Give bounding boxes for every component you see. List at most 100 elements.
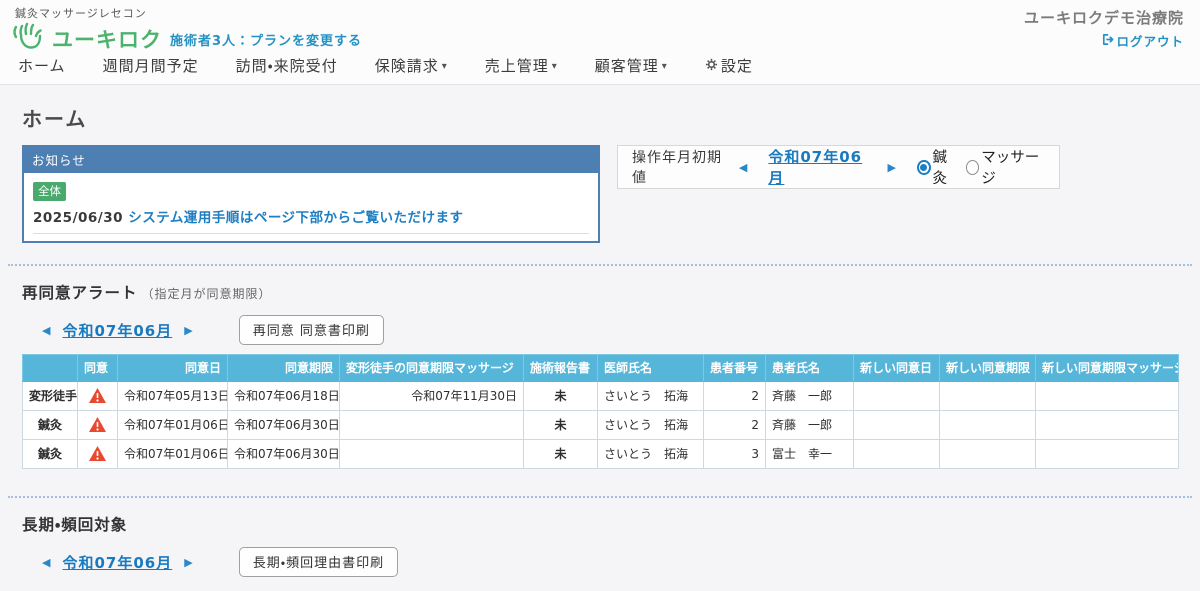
- reconsent-section-title: 再同意アラート: [22, 281, 138, 303]
- next-month-arrow[interactable]: ▶: [180, 556, 196, 569]
- cell-report-status: 未: [524, 411, 598, 440]
- table-header-row: 同意 同意日 同意期限 変形徒手の同意期限マッサージ 施術報告書 医師氏名 患者…: [23, 355, 1179, 382]
- cell-consent-limit: 令和07年06月18日: [228, 382, 340, 411]
- col-header-new-consent-date: 新しい同意日: [854, 355, 940, 382]
- longterm-month-link[interactable]: 令和07年06月: [54, 552, 180, 573]
- notice-message-link[interactable]: システム運用手順はページ下部からご覧いただけます: [128, 210, 463, 226]
- operation-month-label: 操作年月初期値: [632, 147, 726, 187]
- col-header-patient-name: 患者氏名: [766, 355, 854, 382]
- reconsent-month-selector: ◀ 令和07年06月 ▶ 再同意 同意書印刷: [38, 315, 1178, 345]
- nav-settings[interactable]: 設定: [705, 55, 753, 76]
- change-plan-link[interactable]: 施術者3人：プランを変更する: [170, 30, 362, 49]
- cell-doctor: さいとう 拓海: [598, 440, 704, 469]
- cell-new-massage-limit: [1036, 411, 1179, 440]
- app-subtitle: 鍼灸マッサージレセコン: [15, 5, 147, 21]
- radio-acupuncture[interactable]: 鍼灸: [917, 146, 958, 188]
- chevron-down-icon: ▾: [442, 61, 448, 72]
- notice-panel-title: お知らせ: [24, 147, 598, 173]
- logout-link[interactable]: ログアウト: [1024, 31, 1184, 50]
- radio-selected-icon: [917, 160, 931, 175]
- operation-month-panel: 操作年月初期値 ◀ 令和07年06月 ▶ 鍼灸 マッサージ: [617, 145, 1060, 189]
- cell-massage-limit: [340, 411, 524, 440]
- cell-type: 鍼灸: [23, 440, 78, 469]
- logout-label: ログアウト: [1116, 31, 1184, 50]
- cell-report-status: 未: [524, 440, 598, 469]
- cell-consent-date: 令和07年01月06日: [118, 411, 228, 440]
- cell-type: 鍼灸: [23, 411, 78, 440]
- table-row: 鍼灸 令和07年01月06日 令和07年06月30日 未 さいとう 拓海 3 富…: [23, 440, 1179, 469]
- cell-type: 変形徒手: [23, 382, 78, 411]
- section-divider: [8, 496, 1192, 498]
- logo-text: ユーキロク: [52, 24, 162, 54]
- cell-massage-limit: [340, 440, 524, 469]
- cell-new-consent-date: [854, 382, 940, 411]
- cell-new-consent-date: [854, 440, 940, 469]
- warning-icon: [88, 387, 107, 407]
- nav-home[interactable]: ホーム: [18, 55, 66, 76]
- logout-icon: [1101, 33, 1114, 49]
- chevron-down-icon: ▾: [662, 61, 668, 72]
- reconsent-print-button[interactable]: 再同意 同意書印刷: [239, 315, 384, 345]
- notice-panel: お知らせ 全体 2025/06/30 システム運用手順はページ下部からご覧いただ…: [22, 145, 600, 243]
- col-header-doctor: 医師氏名: [598, 355, 704, 382]
- next-month-arrow[interactable]: ▶: [180, 324, 196, 337]
- cell-consent-alert: [78, 382, 118, 411]
- clinic-name: ユーキロクデモ治療院: [1024, 7, 1184, 28]
- col-header-massage-limit: 変形徒手の同意期限マッサージ: [340, 355, 524, 382]
- cell-report-status: 未: [524, 382, 598, 411]
- cell-new-consent-limit: [940, 440, 1036, 469]
- cell-new-massage-limit: [1036, 382, 1179, 411]
- cell-doctor: さいとう 拓海: [598, 382, 704, 411]
- section-divider: [8, 264, 1192, 266]
- cell-consent-alert: [78, 440, 118, 469]
- col-header-consent-date: 同意日: [118, 355, 228, 382]
- nav-sales[interactable]: 売上管理 ▾: [485, 55, 558, 76]
- cell-new-consent-limit: [940, 411, 1036, 440]
- cell-patient-name: 斉藤 一郎: [766, 411, 854, 440]
- next-month-arrow[interactable]: ▶: [883, 161, 899, 174]
- operation-month-link[interactable]: 令和07年06月: [760, 146, 874, 188]
- longterm-print-button[interactable]: 長期・頻回理由書印刷: [239, 547, 398, 577]
- warning-icon: [88, 416, 107, 436]
- cell-consent-date: 令和07年01月06日: [118, 440, 228, 469]
- cell-consent-date: 令和07年05月13日: [118, 382, 228, 411]
- cell-consent-alert: [78, 411, 118, 440]
- hand-logo-icon: [12, 22, 44, 56]
- warning-icon: [88, 445, 107, 465]
- notice-date: 2025/06/30: [33, 210, 123, 226]
- col-header-new-consent-limit: 新しい同意期限: [940, 355, 1036, 382]
- reconsent-section-subtitle: （指定月が同意期限）: [142, 285, 272, 302]
- cell-new-consent-limit: [940, 382, 1036, 411]
- nav-schedule[interactable]: 週間月間予定: [103, 55, 199, 76]
- cell-patient-name: 斉藤 一郎: [766, 382, 854, 411]
- cell-patient-name: 富士 幸一: [766, 440, 854, 469]
- col-header-report: 施術報告書: [524, 355, 598, 382]
- radio-massage[interactable]: マッサージ: [966, 146, 1045, 188]
- nav-reception[interactable]: 訪問・来院受付: [236, 55, 338, 76]
- col-header-new-massage-limit: 新しい同意期限マッサージ: [1036, 355, 1179, 382]
- cell-new-massage-limit: [1036, 440, 1179, 469]
- table-row: 鍼灸 令和07年01月06日 令和07年06月30日 未 さいとう 拓海 2 斉…: [23, 411, 1179, 440]
- reconsent-table: 同意 同意日 同意期限 変形徒手の同意期限マッサージ 施術報告書 医師氏名 患者…: [22, 354, 1179, 469]
- page-title: ホーム: [22, 103, 1178, 132]
- logo[interactable]: ユーキロク 施術者3人：プランを変更する: [12, 22, 362, 56]
- prev-month-arrow[interactable]: ◀: [38, 324, 54, 337]
- main-content: ホーム お知らせ 全体 2025/06/30 システム運用手順はページ下部からご…: [0, 85, 1200, 591]
- col-header-consent-limit: 同意期限: [228, 355, 340, 382]
- cell-consent-limit: 令和07年06月30日: [228, 411, 340, 440]
- clinic-block: ユーキロクデモ治療院 ログアウト: [1024, 7, 1184, 50]
- col-header-type: [23, 355, 78, 382]
- cell-new-consent-date: [854, 411, 940, 440]
- table-row: 変形徒手 令和07年05月13日 令和07年06月18日 令和07年11月30日…: [23, 382, 1179, 411]
- chevron-down-icon: ▾: [552, 61, 558, 72]
- therapy-radio-group: 鍼灸 マッサージ: [917, 146, 1045, 188]
- nav-customers[interactable]: 顧客管理 ▾: [595, 55, 668, 76]
- reconsent-month-link[interactable]: 令和07年06月: [54, 320, 180, 341]
- cell-patient-no: 2: [704, 411, 766, 440]
- cell-consent-limit: 令和07年06月30日: [228, 440, 340, 469]
- prev-month-arrow[interactable]: ◀: [735, 161, 751, 174]
- nav-insurance-claim[interactable]: 保険請求 ▾: [375, 55, 448, 76]
- gear-icon: [705, 57, 718, 75]
- col-header-consent: 同意: [78, 355, 118, 382]
- prev-month-arrow[interactable]: ◀: [38, 556, 54, 569]
